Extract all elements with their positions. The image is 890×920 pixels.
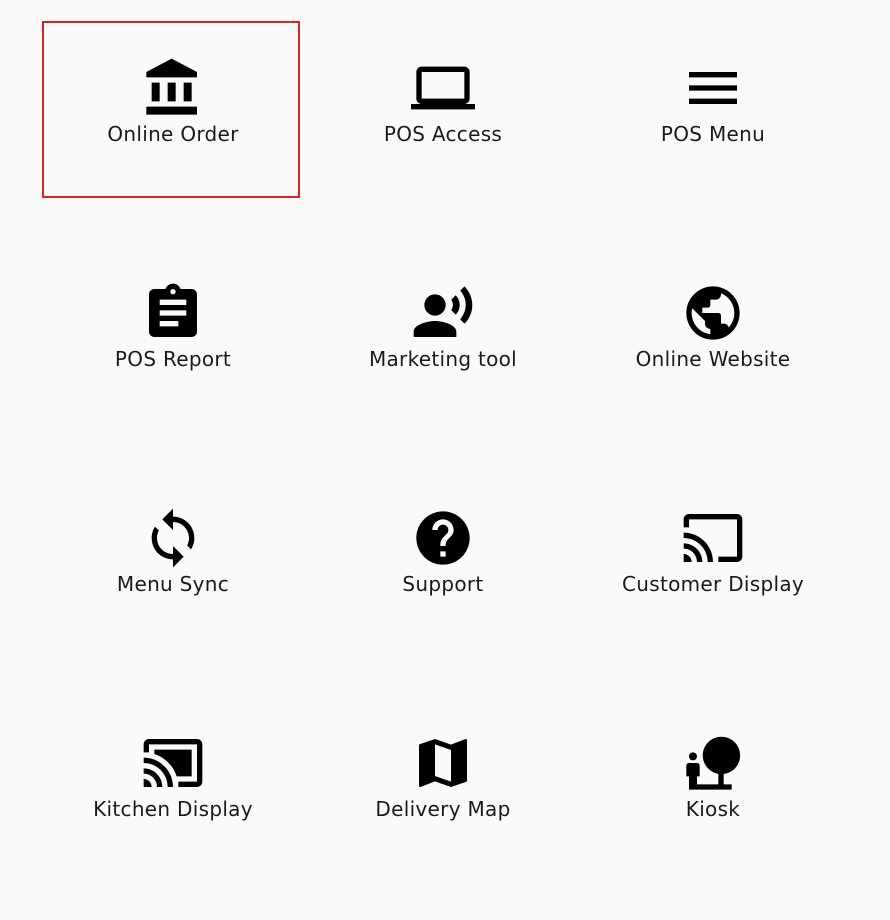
tile-label: Online Website <box>635 347 791 371</box>
menu-icon <box>681 56 745 120</box>
tile-customer-display[interactable]: Customer Display <box>578 470 848 695</box>
tile-label: Menu Sync <box>116 572 230 596</box>
tile-label: Support <box>402 572 484 596</box>
tile-label: Customer Display <box>621 572 805 596</box>
app-grid: Online Order POS Access POS Menu POS Rep… <box>38 20 848 920</box>
map-icon <box>411 731 475 795</box>
tile-label: Marketing tool <box>368 347 518 371</box>
clipboard-icon <box>141 281 205 345</box>
tile-support[interactable]: Support <box>308 470 578 695</box>
cast-connected-icon <box>141 731 205 795</box>
tile-label: Delivery Map <box>375 797 511 821</box>
tile-label: Kitchen Display <box>93 797 253 821</box>
cast-icon <box>681 506 745 570</box>
tile-label: POS Access <box>383 122 503 146</box>
tile-label: POS Menu <box>660 122 766 146</box>
tile-pos-menu[interactable]: POS Menu <box>578 20 848 245</box>
tile-menu-sync[interactable]: Menu Sync <box>38 470 308 695</box>
tile-label: POS Report <box>114 347 232 371</box>
bank-icon <box>141 56 205 120</box>
laptop-icon <box>411 56 475 120</box>
record-voice-icon <box>411 281 475 345</box>
help-icon <box>411 506 475 570</box>
nature-people-icon <box>681 731 745 795</box>
tile-marketing-tool[interactable]: Marketing tool <box>308 245 578 470</box>
tile-pos-report[interactable]: POS Report <box>38 245 308 470</box>
globe-icon <box>681 281 745 345</box>
tile-label: Kiosk <box>685 797 741 821</box>
tile-label: Online Order <box>107 122 239 146</box>
tile-online-website[interactable]: Online Website <box>578 245 848 470</box>
tile-pos-access[interactable]: POS Access <box>308 20 578 245</box>
sync-icon <box>141 506 205 570</box>
tile-kitchen-display[interactable]: Kitchen Display <box>38 695 308 920</box>
tile-kiosk[interactable]: Kiosk <box>578 695 848 920</box>
tile-delivery-map[interactable]: Delivery Map <box>308 695 578 920</box>
tile-online-order[interactable]: Online Order <box>38 20 308 245</box>
